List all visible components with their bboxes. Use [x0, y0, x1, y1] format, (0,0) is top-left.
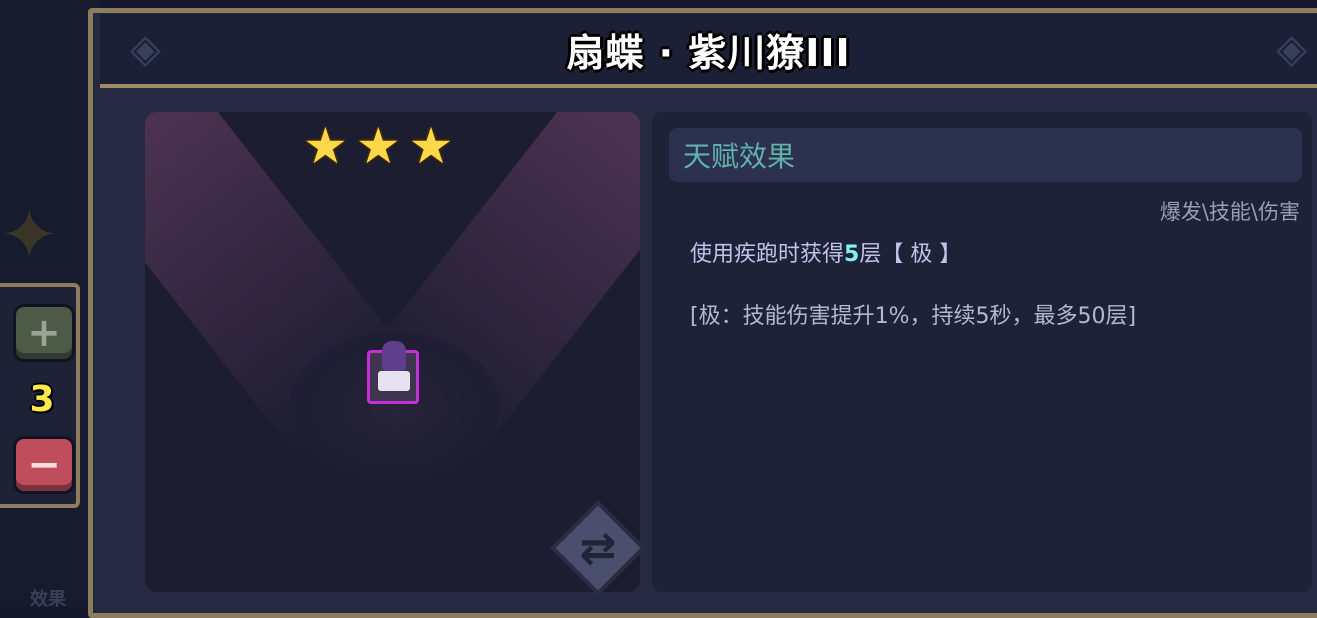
decrease-button[interactable]: − [16, 439, 72, 491]
sparkle-icon: ✦ [0, 194, 59, 276]
star-icon: ★ [355, 117, 401, 175]
swap-button[interactable]: ⇄ [555, 505, 641, 591]
swap-glyph: ⇄ [579, 522, 617, 574]
star-rating: ★ ★ ★ [303, 118, 453, 174]
ornament-right-icon: ◈ [1276, 26, 1307, 72]
background-label: 效果 [30, 589, 66, 610]
effect-suffix: 层【 极 】 [859, 242, 962, 267]
title-bar: ◈ 扇蝶 · 紫川獠III ◈ [100, 14, 1317, 88]
talent-tags: 爆发\技能\伤害 [1159, 200, 1300, 224]
character-body [378, 371, 410, 391]
page-title: 扇蝶 · 紫川獠III [566, 30, 851, 75]
character-head [382, 341, 406, 371]
effect-prefix: 使用疾跑时获得 [690, 242, 845, 267]
increase-button[interactable]: + [16, 307, 72, 359]
star-icon: ★ [408, 117, 454, 175]
count-stepper: + 3 − [0, 283, 80, 508]
star-icon: ★ [303, 117, 348, 175]
talent-effect: 使用疾跑时获得5层【 极 】 [690, 236, 961, 268]
count-value: 3 [29, 379, 55, 420]
effect-number: 5 [844, 242, 860, 267]
character-sprite[interactable] [367, 341, 419, 404]
talent-panel: 天赋效果 爆发\技能\伤害 使用疾跑时获得5层【 极 】 [极：技能伤害提升1%… [652, 112, 1312, 592]
talent-title: 天赋效果 [683, 140, 796, 173]
talent-detail: [极：技能伤害提升1%，持续5秒，最多50层] [690, 304, 1137, 329]
ornament-left-icon: ◈ [130, 26, 161, 72]
talent-header: 天赋效果 [669, 128, 1302, 182]
